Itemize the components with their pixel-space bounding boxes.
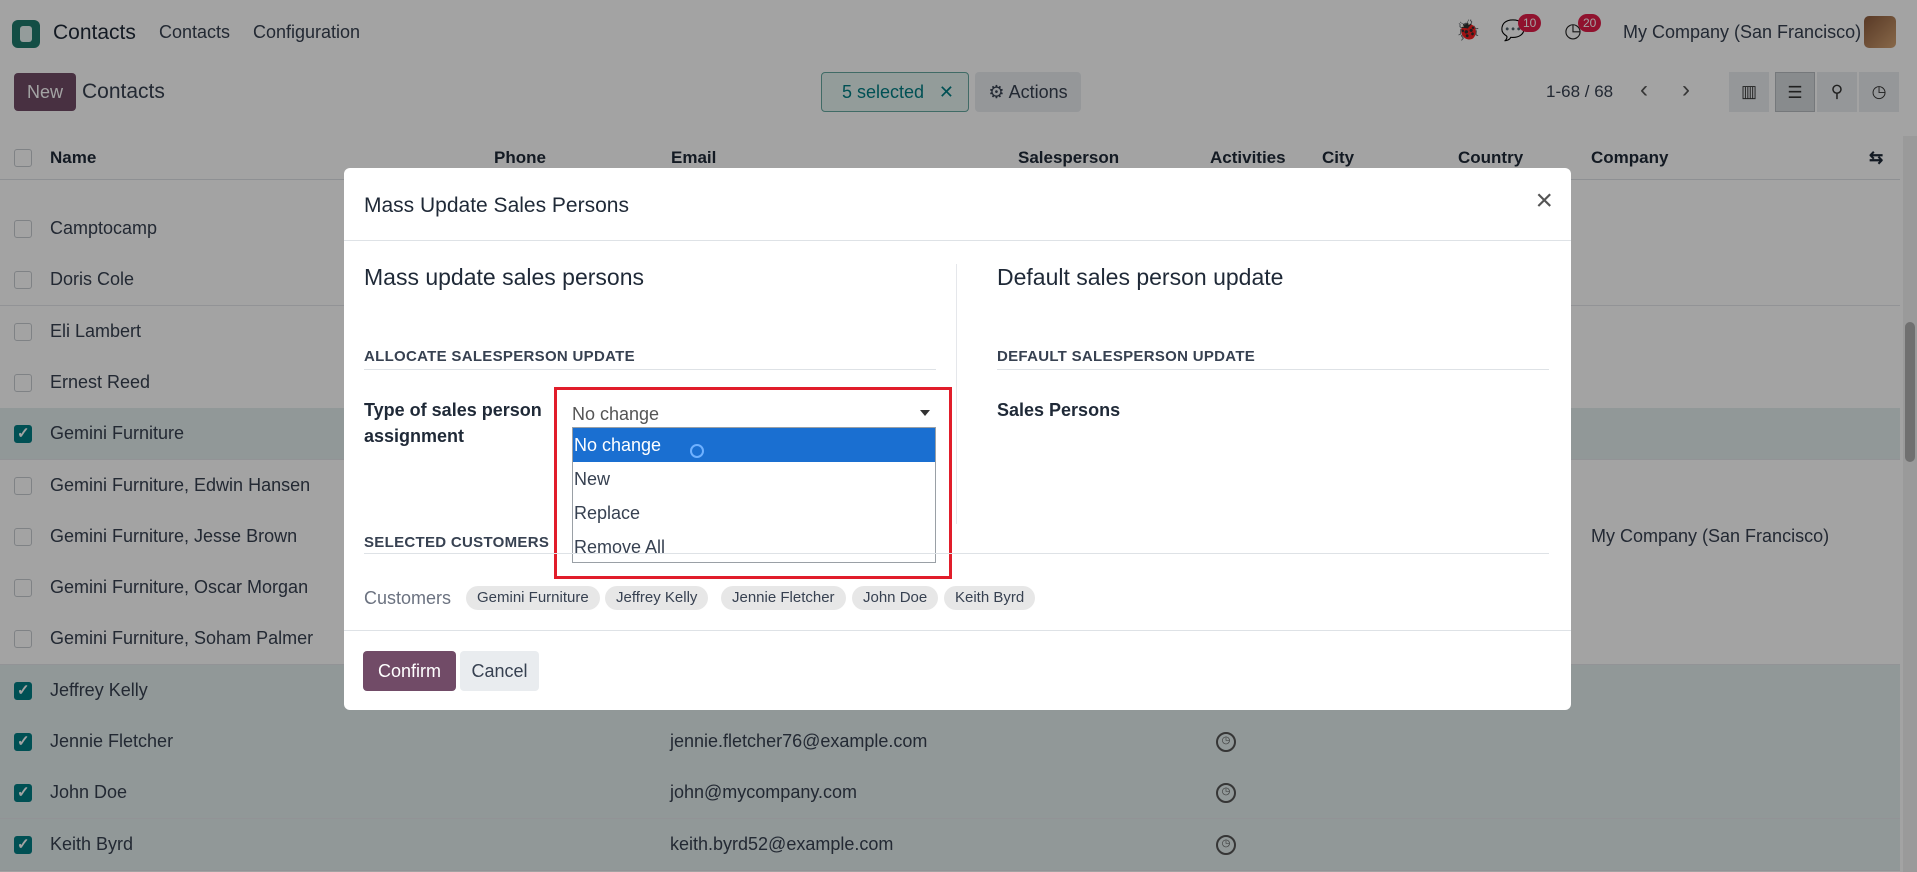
- sales-persons-label: Sales Persons: [997, 400, 1121, 420]
- close-icon[interactable]: ×: [1535, 186, 1553, 216]
- customers-section-divider: [364, 553, 1549, 554]
- dialog-header-divider: [344, 240, 1571, 241]
- allocate-section-heading: ALLOCATE SALESPERSON UPDATE: [364, 348, 635, 365]
- dialog-title: Mass Update Sales Persons: [364, 194, 629, 217]
- dialog-footer-divider: [344, 630, 1571, 631]
- default-section-divider: [997, 369, 1549, 370]
- mass-update-dialog: Mass Update Sales Persons × Mass update …: [344, 168, 1571, 710]
- customers-label: Customers: [364, 588, 452, 608]
- confirm-button[interactable]: Confirm: [363, 651, 456, 691]
- assignment-type-label: Type of sales person assignment: [364, 400, 542, 446]
- customer-tag[interactable]: Jeffrey Kelly: [605, 586, 709, 610]
- customer-tag[interactable]: Jennie Fletcher: [721, 586, 846, 610]
- customer-tag[interactable]: John Doe: [852, 586, 939, 610]
- left-section-title: Mass update sales persons: [364, 264, 644, 290]
- allocate-section-divider: [364, 369, 936, 370]
- selected-customers-heading: SELECTED CUSTOMERS: [364, 534, 550, 551]
- right-section-title: Default sales person update: [997, 264, 1284, 290]
- default-section-heading: DEFAULT SALESPERSON UPDATE: [997, 348, 1256, 365]
- customer-tag[interactable]: Keith Byrd: [944, 586, 1036, 610]
- annotation-highlight-box: [554, 387, 952, 579]
- cancel-button[interactable]: Cancel: [460, 651, 539, 691]
- customer-tag[interactable]: Gemini Furniture: [466, 586, 600, 610]
- column-divider: [956, 264, 957, 524]
